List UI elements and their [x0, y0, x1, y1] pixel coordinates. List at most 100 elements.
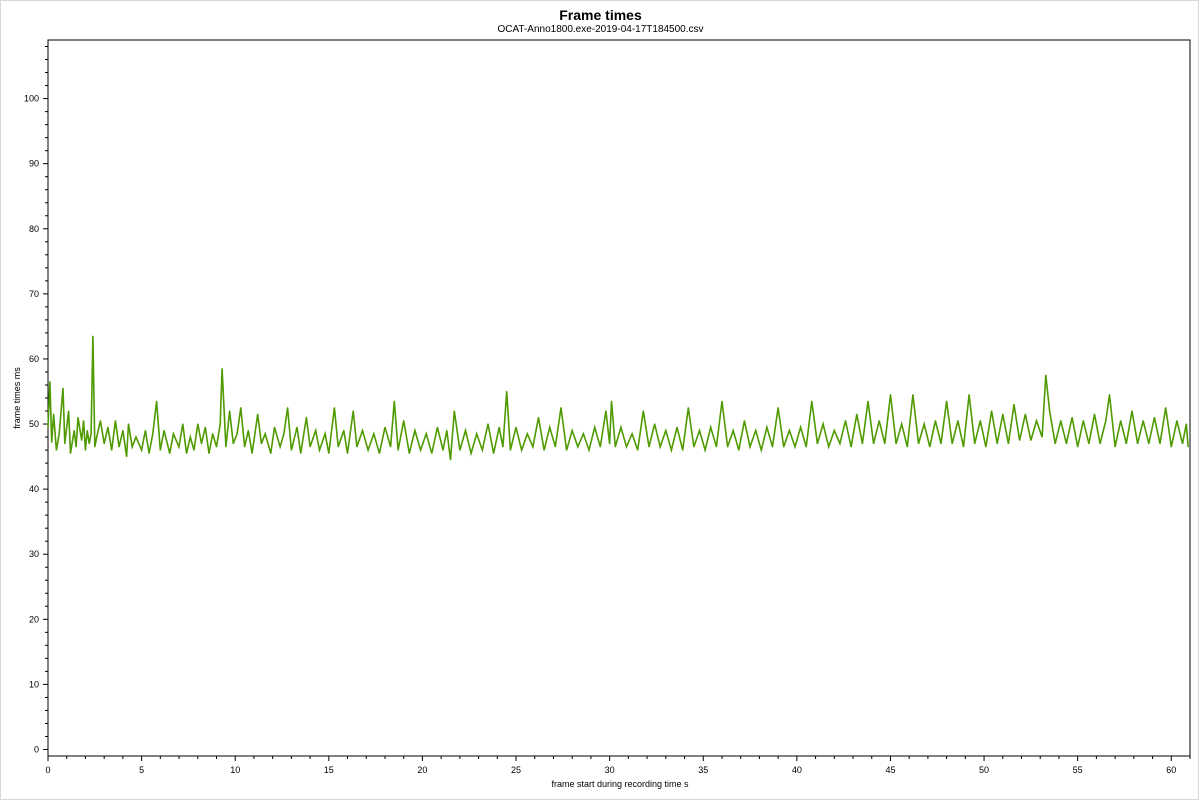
- data-point: [537, 416, 540, 419]
- data-point: [844, 420, 847, 422]
- data-point: [498, 426, 500, 428]
- data-point: [459, 449, 461, 451]
- data-point: [582, 433, 585, 435]
- data-point: [86, 429, 88, 432]
- data-point: [90, 433, 92, 435]
- data-point: [805, 446, 807, 448]
- data-point: [1176, 420, 1178, 422]
- x-axis: 0 5 10 15 20 25 30 35 40 45 50 55 60: [45, 756, 1191, 775]
- data-point: [408, 452, 410, 454]
- data-point: [996, 442, 998, 445]
- data-point: [985, 446, 987, 448]
- data-point: [393, 400, 395, 402]
- data-point: [1170, 446, 1172, 448]
- data-point: [346, 452, 349, 454]
- data-point: [260, 442, 263, 445]
- data-point: [1114, 446, 1116, 448]
- data-point: [704, 449, 706, 451]
- data-point: [732, 429, 734, 432]
- data-point: [1060, 420, 1062, 422]
- data-point: [549, 426, 551, 428]
- data-point: [273, 426, 276, 428]
- data-point: [69, 452, 72, 454]
- data-point: [352, 410, 354, 412]
- data-point: [1048, 410, 1051, 412]
- data-point: [1019, 439, 1021, 441]
- data-point: [279, 446, 281, 448]
- data-point: [1187, 446, 1189, 448]
- data-point: [1108, 394, 1111, 396]
- data-point: [1077, 446, 1079, 448]
- data-point: [506, 390, 508, 393]
- data-point: [333, 407, 336, 409]
- data-point: [856, 413, 858, 415]
- data-point: [560, 407, 562, 409]
- x-tick-label: 55: [1073, 765, 1083, 775]
- data-point: [940, 442, 942, 445]
- data-point: [58, 433, 60, 435]
- data-point: [839, 442, 841, 445]
- x-tick-label: 10: [230, 765, 240, 775]
- data-point: [215, 446, 218, 448]
- data-point: [182, 423, 184, 425]
- y-tick-label: 70: [29, 289, 39, 299]
- data-point: [55, 449, 58, 451]
- data-point: [766, 426, 768, 428]
- data-point: [356, 446, 358, 448]
- data-point: [328, 452, 330, 454]
- data-point: [715, 446, 717, 448]
- data-point: [446, 429, 448, 432]
- data-point: [94, 446, 96, 448]
- data-point: [135, 436, 137, 438]
- data-point: [1030, 439, 1032, 441]
- y-tick-label: 80: [29, 224, 39, 234]
- data-point: [200, 442, 203, 445]
- data-point: [193, 449, 195, 451]
- x-tick-label: 5: [139, 765, 144, 775]
- data-point: [743, 420, 746, 422]
- frame-times-chart: 0 10 20 30 40 50 60 70 80 90 100 0 5 10 15 20 25 30 35 40 4…: [12, 39, 1191, 789]
- data-point: [236, 433, 238, 435]
- data-point: [84, 449, 87, 451]
- data-point: [565, 449, 568, 451]
- data-point: [64, 442, 66, 445]
- data-point: [670, 449, 673, 451]
- data-point: [126, 455, 128, 458]
- y-tick-label: 50: [29, 419, 39, 429]
- data-point: [867, 400, 869, 402]
- y-tick-label: 90: [29, 159, 39, 169]
- data-point: [934, 420, 936, 422]
- data-point: [390, 446, 392, 448]
- data-point: [208, 452, 210, 454]
- data-point: [232, 442, 234, 445]
- data-point: [861, 442, 863, 445]
- data-point: [979, 420, 981, 422]
- data-point: [1099, 442, 1101, 445]
- data-point: [878, 420, 880, 422]
- data-point: [682, 449, 684, 451]
- data-point: [605, 410, 607, 412]
- data-point: [1007, 442, 1010, 445]
- y-tick-label: 20: [29, 614, 39, 624]
- data-point: [659, 446, 661, 448]
- data-point: [53, 413, 55, 415]
- data-point: [760, 449, 762, 451]
- data-point: [1136, 442, 1139, 445]
- data-point: [361, 429, 364, 432]
- data-point: [77, 416, 79, 419]
- data-point: [833, 429, 835, 432]
- data-point: [571, 429, 573, 432]
- data-point: [946, 400, 948, 402]
- data-point: [397, 449, 399, 451]
- data-point: [324, 433, 326, 435]
- x-axis-label: frame start during recording time s: [551, 779, 689, 789]
- data-point: [296, 426, 298, 428]
- data-point: [185, 452, 188, 454]
- x-tick-label: 25: [511, 765, 521, 775]
- data-point: [111, 449, 113, 451]
- data-point: [419, 449, 422, 451]
- y-tick-label: 40: [29, 484, 39, 494]
- data-point: [51, 441, 53, 443]
- data-point: [221, 368, 223, 370]
- data-point: [799, 426, 802, 428]
